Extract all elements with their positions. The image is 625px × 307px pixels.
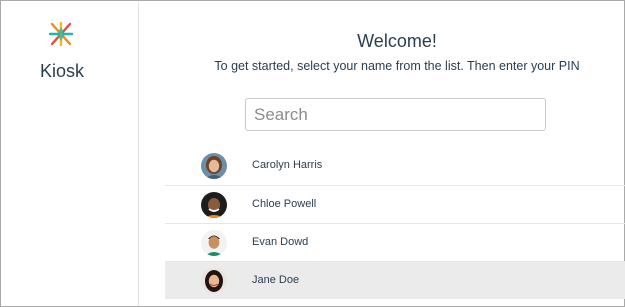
search-input[interactable]: [245, 98, 546, 131]
user-name: Jane Doe: [252, 274, 300, 286]
main-panel: Welcome! To get started, select your nam…: [140, 2, 625, 306]
user-name: Chloe Powell: [252, 198, 317, 210]
app-logo-icon: [48, 21, 74, 47]
avatar: [201, 153, 227, 179]
user-row-jane-doe[interactable]: Jane Doe: [165, 261, 625, 299]
user-row-chloe-powell[interactable]: Chloe Powell: [165, 185, 625, 223]
user-name: Carolyn Harris: [252, 159, 323, 171]
app-name: Kiosk: [39, 61, 84, 81]
kiosk-window: Kiosk Welcome! To get started, select yo…: [0, 0, 625, 307]
avatar: [201, 230, 227, 256]
user-list: Carolyn Harris Chloe Powell Evan Dowd Ja…: [165, 147, 625, 299]
welcome-title: Welcome!: [357, 31, 437, 51]
avatar: [201, 192, 227, 218]
user-row-evan-dowd[interactable]: Evan Dowd: [165, 223, 625, 261]
avatar: [201, 268, 227, 294]
sidebar: Kiosk: [2, 2, 139, 306]
welcome-subtitle: To get started, select your name from th…: [214, 59, 580, 73]
user-row-carolyn-harris[interactable]: Carolyn Harris: [165, 147, 625, 185]
user-name: Evan Dowd: [252, 236, 309, 248]
